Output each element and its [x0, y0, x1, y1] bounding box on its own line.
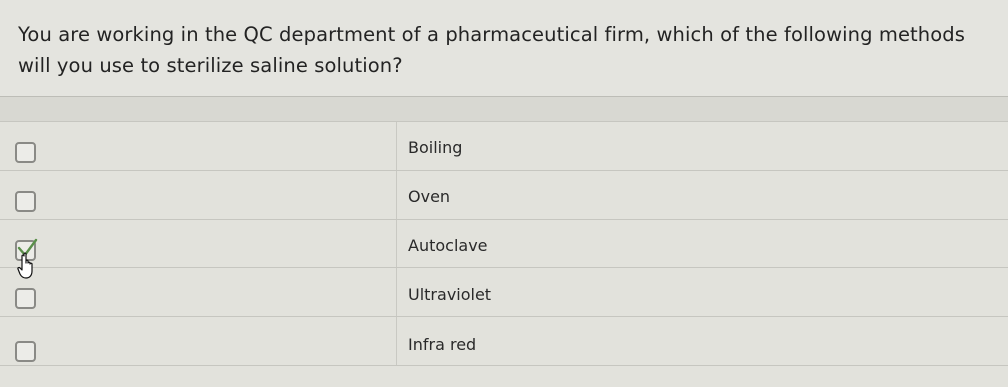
option-label: Boiling	[408, 138, 463, 157]
column-divider	[396, 122, 397, 171]
column-divider	[396, 220, 397, 269]
column-divider	[396, 171, 397, 220]
option-row-oven[interactable]: Oven	[0, 170, 1008, 220]
options-list: Boiling Oven Autoclave Ultraviolet Infra…	[0, 121, 1008, 387]
option-row-infra-red[interactable]: Infra red	[0, 316, 1008, 366]
column-divider	[396, 317, 397, 366]
spacer	[0, 97, 1008, 121]
option-checkbox[interactable]	[15, 191, 36, 212]
options-bottom-edge	[0, 365, 1008, 387]
option-row-autoclave[interactable]: Autoclave	[0, 219, 1008, 269]
option-row-ultraviolet[interactable]: Ultraviolet	[0, 267, 1008, 317]
option-checkbox[interactable]	[15, 142, 36, 163]
option-checkbox[interactable]	[15, 288, 36, 309]
column-divider	[396, 268, 397, 317]
option-checkbox[interactable]	[15, 341, 36, 362]
question-text: You are working in the QC department of …	[18, 23, 966, 77]
option-label: Oven	[408, 187, 451, 206]
option-label: Infra red	[408, 335, 477, 354]
option-label: Autoclave	[408, 236, 488, 255]
question-panel: You are working in the QC department of …	[0, 0, 1008, 97]
option-label: Ultraviolet	[408, 285, 492, 304]
hand-pointer-icon	[17, 252, 33, 279]
option-row-boiling[interactable]: Boiling	[0, 121, 1008, 171]
